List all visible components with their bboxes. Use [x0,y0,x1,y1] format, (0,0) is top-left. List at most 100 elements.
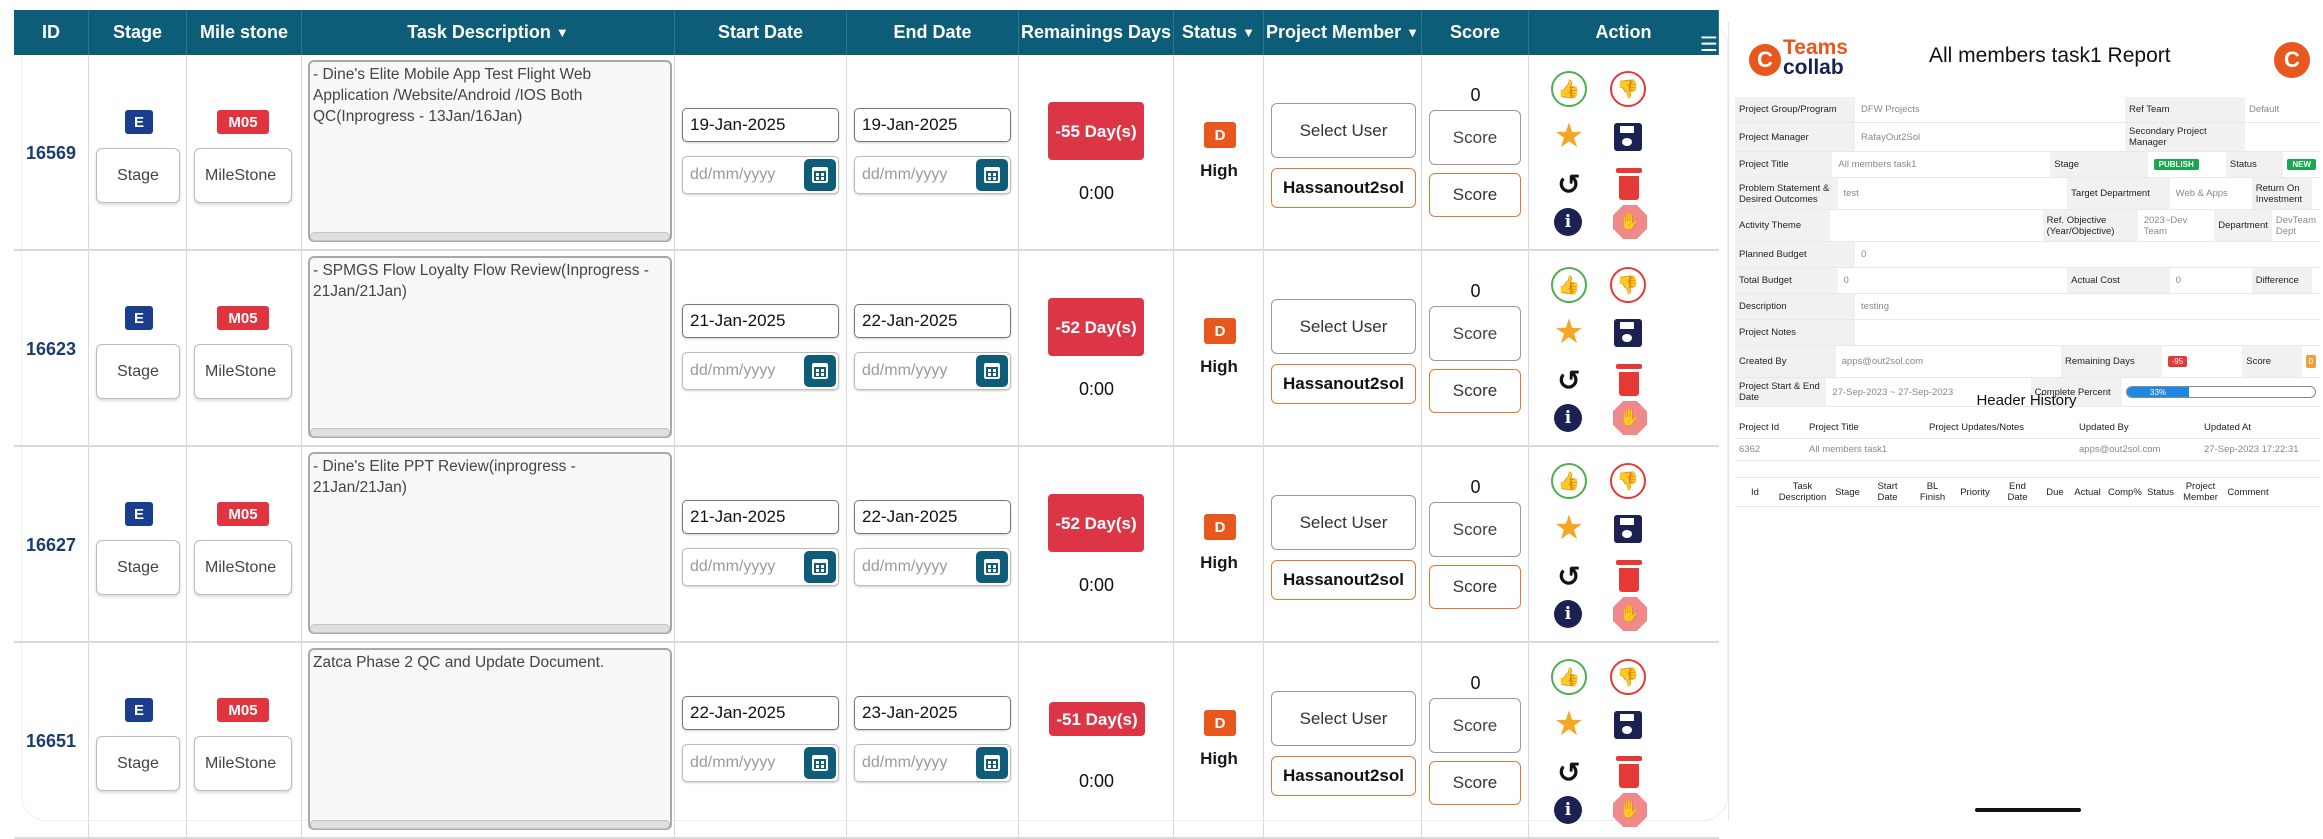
horizontal-scrollbar[interactable] [310,428,670,437]
sort-arrow-icon[interactable]: ▼ [1406,25,1419,40]
end-date-input[interactable]: dd/mm/yyyy [854,156,1011,194]
calendar-button[interactable] [804,551,836,583]
stage-select[interactable]: Stage [96,148,180,203]
column-header[interactable]: Action [1529,10,1719,55]
thumbs-up-icon[interactable]: 👍 [1551,71,1587,107]
score-input[interactable]: Score [1429,306,1521,361]
column-header[interactable]: Mile stone [187,10,302,55]
column-header[interactable]: Stage [89,10,187,55]
milestone-select[interactable]: MileStone [194,736,292,791]
select-user-dropdown[interactable]: Select User [1271,691,1416,746]
sort-arrow-icon[interactable]: ▼ [1242,25,1255,40]
start-date-value[interactable]: 21-Jan-2025 [682,500,839,534]
task-description-textarea[interactable]: - Dine's Elite PPT Review(inprogress - 2… [308,452,672,634]
column-header[interactable]: Status ▼ [1174,10,1264,55]
end-date-value[interactable]: 22-Jan-2025 [854,304,1011,338]
save-icon[interactable] [1614,711,1642,739]
trash-icon[interactable] [1615,756,1643,788]
calendar-button[interactable] [804,159,836,191]
trash-icon[interactable] [1615,364,1643,396]
assigned-member[interactable]: Hassanout2sol [1271,364,1416,404]
assigned-member[interactable]: Hassanout2sol [1271,756,1416,796]
thumbs-down-icon[interactable]: 👎 [1610,659,1646,695]
calendar-button[interactable] [804,747,836,779]
assigned-member[interactable]: Hassanout2sol [1271,560,1416,600]
history-icon[interactable]: ↺ [1553,560,1585,592]
task-description-textarea[interactable]: - Dine's Elite Mobile App Test Flight We… [308,60,672,242]
end-date-value[interactable]: 19-Jan-2025 [854,108,1011,142]
column-header[interactable]: End Date [847,10,1019,55]
start-date-input[interactable]: dd/mm/yyyy [682,744,839,782]
score-input[interactable]: Score [1429,110,1521,165]
thumbs-up-icon[interactable]: 👍 [1551,267,1587,303]
stage-select[interactable]: Stage [96,540,180,595]
info-icon[interactable]: i [1554,600,1582,628]
score-button[interactable]: Score [1429,369,1521,413]
menu-collapse-icon[interactable]: ☰ [1700,32,1722,56]
thumbs-up-icon[interactable]: 👍 [1551,659,1587,695]
select-user-dropdown[interactable]: Select User [1271,299,1416,354]
end-date-input[interactable]: dd/mm/yyyy [854,352,1011,390]
history-icon[interactable]: ↺ [1553,168,1585,200]
column-header[interactable]: Remainings Days [1019,10,1174,55]
start-date-input[interactable]: dd/mm/yyyy [682,156,839,194]
assigned-member[interactable]: Hassanout2sol [1271,168,1416,208]
calendar-button[interactable] [976,551,1008,583]
start-date-input[interactable]: dd/mm/yyyy [682,548,839,586]
horizontal-scrollbar[interactable] [310,624,670,633]
star-icon[interactable]: ★ [1551,509,1587,547]
column-header[interactable]: ID [14,10,89,55]
milestone-select[interactable]: MileStone [194,540,292,595]
column-header[interactable]: Score [1422,10,1529,55]
select-user-dropdown[interactable]: Select User [1271,495,1416,550]
calendar-button[interactable] [976,747,1008,779]
star-icon[interactable]: ★ [1551,117,1587,155]
score-button[interactable]: Score [1429,761,1521,805]
star-icon[interactable]: ★ [1551,313,1587,351]
column-header[interactable]: Task Description ▼ [302,10,675,55]
milestone-select[interactable]: MileStone [194,148,292,203]
score-button[interactable]: Score [1429,173,1521,217]
stop-hand-icon[interactable]: ✋ [1613,401,1647,435]
end-date-value[interactable]: 22-Jan-2025 [854,500,1011,534]
milestone-select[interactable]: MileStone [194,344,292,399]
column-header[interactable]: Start Date [675,10,847,55]
history-icon[interactable]: ↺ [1553,364,1585,396]
info-icon[interactable]: i [1554,796,1582,824]
save-icon[interactable] [1614,123,1642,151]
stage-select[interactable]: Stage [96,344,180,399]
start-date-value[interactable]: 19-Jan-2025 [682,108,839,142]
save-icon[interactable] [1614,319,1642,347]
history-icon[interactable]: ↺ [1553,756,1585,788]
thumbs-down-icon[interactable]: 👎 [1610,463,1646,499]
select-user-dropdown[interactable]: Select User [1271,103,1416,158]
start-date-input[interactable]: dd/mm/yyyy [682,352,839,390]
star-icon[interactable]: ★ [1551,705,1587,743]
horizontal-scrollbar[interactable] [310,232,670,241]
stop-hand-icon[interactable]: ✋ [1613,793,1647,827]
start-date-value[interactable]: 22-Jan-2025 [682,696,839,730]
score-input[interactable]: Score [1429,502,1521,557]
stage-select[interactable]: Stage [96,736,180,791]
info-icon[interactable]: i [1554,404,1582,432]
trash-icon[interactable] [1615,168,1643,200]
score-input[interactable]: Score [1429,698,1521,753]
save-icon[interactable] [1614,515,1642,543]
score-button[interactable]: Score [1429,565,1521,609]
task-description-textarea[interactable]: - SPMGS Flow Loyalty Flow Review(Inprogr… [308,256,672,438]
end-date-value[interactable]: 23-Jan-2025 [854,696,1011,730]
calendar-button[interactable] [976,159,1008,191]
thumbs-down-icon[interactable]: 👎 [1610,71,1646,107]
stop-hand-icon[interactable]: ✋ [1613,205,1647,239]
calendar-button[interactable] [976,355,1008,387]
info-icon[interactable]: i [1554,208,1582,236]
thumbs-up-icon[interactable]: 👍 [1551,463,1587,499]
thumbs-down-icon[interactable]: 👎 [1610,267,1646,303]
trash-icon[interactable] [1615,560,1643,592]
end-date-input[interactable]: dd/mm/yyyy [854,744,1011,782]
horizontal-scrollbar[interactable] [310,820,670,829]
calendar-button[interactable] [804,355,836,387]
end-date-input[interactable]: dd/mm/yyyy [854,548,1011,586]
sort-arrow-icon[interactable]: ▼ [556,25,569,40]
start-date-value[interactable]: 21-Jan-2025 [682,304,839,338]
